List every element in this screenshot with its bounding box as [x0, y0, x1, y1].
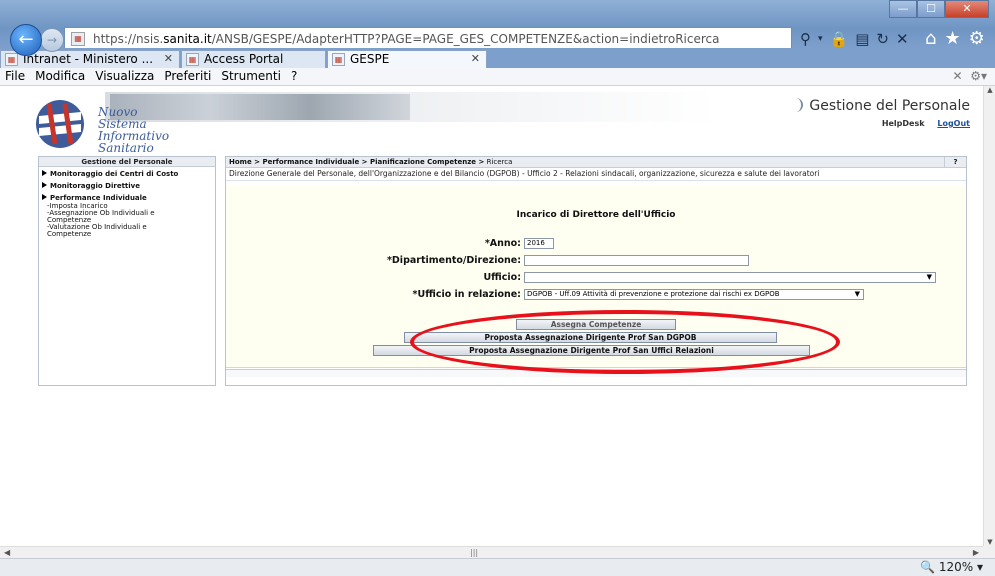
- helpdesk-link[interactable]: HelpDesk: [882, 119, 925, 128]
- sidebar-item-label: Performance Individuale: [50, 194, 147, 202]
- site-header: Nuovo Sistema Informativo Sanitario Gest…: [20, 92, 978, 154]
- tab-favicon-icon: ▦: [332, 53, 345, 66]
- dropdown-icon[interactable]: ▾: [818, 34, 823, 44]
- dipartimento-label: *Dipartimento/Direzione:: [386, 255, 521, 266]
- tab-bar: ▦ Intranet - Ministero ... ✕ ▦ Access Po…: [0, 48, 995, 68]
- menu-preferiti[interactable]: Preferiti: [159, 68, 216, 85]
- menu-file[interactable]: File: [0, 68, 30, 85]
- horizontal-scrollbar[interactable]: ◀ ||| ▶: [0, 546, 983, 558]
- status-bar: 🔍 120% ▾: [0, 558, 995, 576]
- sidebar-item-centri-costo[interactable]: Monitoraggio dei Centri di Costo: [39, 169, 215, 179]
- sidebar-sublink-valutazione-cont[interactable]: Competenze: [39, 231, 215, 238]
- home-icon[interactable]: ⌂: [925, 28, 936, 49]
- tab-label: Access Portal: [204, 52, 284, 66]
- scroll-down-icon[interactable]: ▼: [984, 538, 995, 546]
- expand-arrow-icon: [42, 170, 47, 176]
- stop-icon[interactable]: ✕: [896, 30, 909, 48]
- favorites-star-icon[interactable]: ★: [944, 28, 960, 49]
- url-path: /ANSB/GESPE/AdapterHTTP?PAGE=PAGE_GES_CO…: [211, 32, 720, 46]
- sidebar-item-label: Monitoraggio Direttive: [50, 182, 140, 190]
- maximize-button[interactable]: ☐: [917, 0, 945, 18]
- tab-favicon-icon: ▦: [186, 53, 199, 66]
- ufficio-label: Ufficio:: [483, 272, 521, 283]
- menubar-tools: ✕ ⚙▾: [953, 68, 987, 85]
- scroll-right-icon[interactable]: ▶: [973, 547, 979, 558]
- menu-help[interactable]: ?: [286, 68, 302, 85]
- ufficio-relazione-select[interactable]: DGPOB - Uff.09 Attività di prevenzione e…: [524, 289, 864, 300]
- menu-strumenti[interactable]: Strumenti: [216, 68, 286, 85]
- logo-line: Sanitario: [98, 141, 154, 155]
- dipartimento-field[interactable]: [524, 255, 749, 266]
- minimize-button[interactable]: —: [889, 0, 917, 18]
- breadcrumb-path[interactable]: Home > Performance Individuale > Pianifi…: [229, 158, 484, 166]
- ufficio-relazione-label: *Ufficio in relazione:: [412, 289, 521, 300]
- expand-arrow-icon: [42, 194, 47, 200]
- browser-actions: ⌂ ★ ⚙: [925, 28, 985, 49]
- settings-gear-icon[interactable]: ⚙: [969, 28, 985, 49]
- nsis-logo-icon: [36, 100, 84, 148]
- sidebar: Gestione del Personale Monitoraggio dei …: [38, 156, 216, 386]
- extensions-icon[interactable]: ⚙▾: [970, 69, 987, 83]
- menu-modifica[interactable]: Modifica: [30, 68, 90, 85]
- refresh-icon[interactable]: ↻: [876, 30, 889, 48]
- anno-label: *Anno:: [484, 238, 521, 249]
- forward-button[interactable]: →: [40, 28, 64, 52]
- tab-close-icon[interactable]: ✕: [471, 51, 480, 67]
- tab-favicon-icon: ▦: [5, 53, 18, 66]
- tab-label: Intranet - Ministero ...: [23, 52, 154, 66]
- lock-icon[interactable]: 🔒: [830, 30, 849, 48]
- sidebar-title: Gestione del Personale: [39, 157, 215, 167]
- office-subtitle: Direzione Generale del Personale, dell'O…: [226, 168, 966, 181]
- search-icon[interactable]: ⚲: [800, 30, 811, 48]
- tab-label: GESPE: [350, 52, 390, 66]
- url-host: sanita.it: [163, 32, 212, 46]
- menu-visualizza[interactable]: Visualizza: [90, 68, 159, 85]
- tab-close-icon[interactable]: ✕: [164, 51, 173, 67]
- form-title: Incarico di Direttore dell'Ufficio: [516, 210, 676, 220]
- tab-access-portal[interactable]: ▦ Access Portal: [181, 50, 326, 68]
- zoom-icon: 🔍: [920, 560, 936, 574]
- header-links: HelpDesk LogOut: [872, 119, 970, 128]
- zoom-level[interactable]: 🔍 120% ▾: [920, 559, 983, 576]
- close-menubar-icon[interactable]: ✕: [953, 69, 963, 83]
- zoom-value: 120%: [938, 560, 974, 574]
- menu-bar: File Modifica Visualizza Preferiti Strum…: [0, 68, 995, 86]
- ufficio-select[interactable]: [524, 272, 936, 283]
- scroll-up-icon[interactable]: ▲: [984, 86, 995, 94]
- window-controls: — ☐ ✕: [889, 0, 989, 18]
- back-button[interactable]: ←: [10, 24, 42, 56]
- app-title: Gestione del Personale: [791, 98, 970, 114]
- url-prefix: https://nsis.: [93, 32, 164, 46]
- sidebar-item-direttive[interactable]: Monitoraggio Direttive: [39, 181, 215, 191]
- help-button[interactable]: ?: [944, 157, 966, 168]
- anno-field[interactable]: 2016: [524, 238, 554, 249]
- breadcrumb-current: Ricerca: [486, 158, 513, 166]
- highlight-annotation: [410, 310, 840, 374]
- vertical-scrollbar[interactable]: ▲ ▼: [983, 86, 995, 546]
- sidebar-item-label: Monitoraggio dei Centri di Costo: [50, 170, 179, 178]
- expand-arrow-icon: [42, 182, 47, 188]
- scroll-grip-icon[interactable]: |||: [470, 547, 478, 558]
- logo-text: Nuovo Sistema Informativo Sanitario: [98, 106, 169, 154]
- site-favicon-icon: ▦: [71, 32, 85, 46]
- compatibility-icon[interactable]: ▤: [855, 30, 869, 48]
- logout-link[interactable]: LogOut: [937, 119, 970, 128]
- tab-gespe[interactable]: ▦ GESPE ✕: [327, 50, 487, 68]
- breadcrumb: Home > Performance Individuale > Pianifi…: [226, 157, 966, 168]
- browser-titlebar: — ☐ ✕ ← → ▦ https://nsis.sanita.it/ANSB/…: [0, 0, 995, 56]
- close-window-button[interactable]: ✕: [945, 0, 989, 18]
- scroll-left-icon[interactable]: ◀: [4, 547, 10, 558]
